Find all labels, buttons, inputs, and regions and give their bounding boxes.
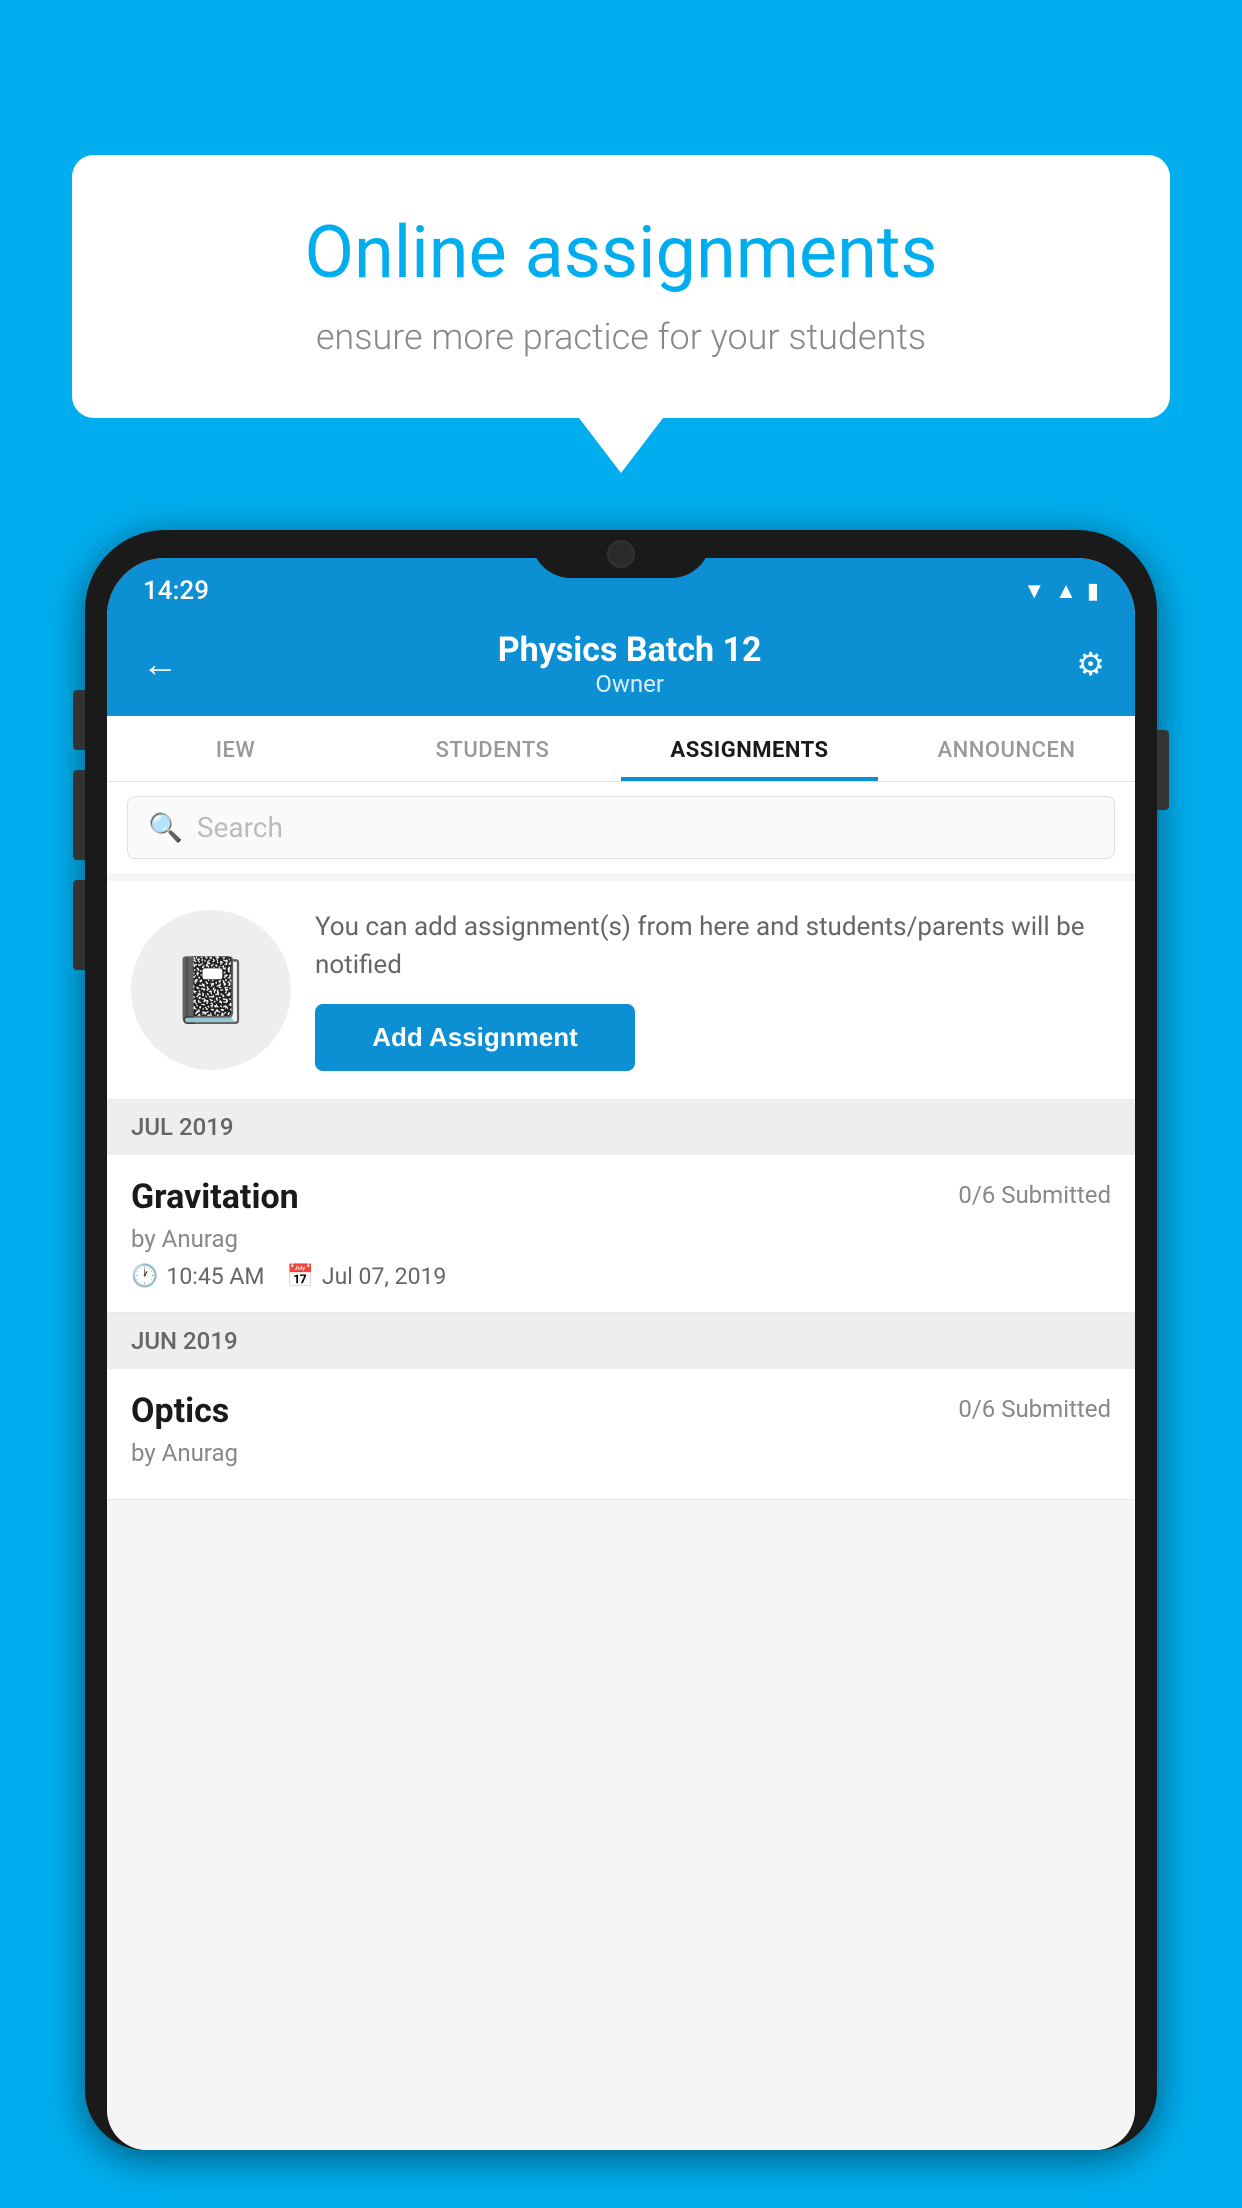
speech-bubble: Online assignments ensure more practice …: [72, 155, 1170, 418]
promo-description: You can add assignment(s) from here and …: [315, 909, 1111, 984]
section-header-jul: JUL 2019: [107, 1099, 1135, 1155]
status-icons: ▼ ▲ ▮: [1023, 578, 1099, 604]
promo-text-wrap: You can add assignment(s) from here and …: [315, 909, 1111, 1071]
notebook-icon: 📓: [171, 953, 251, 1028]
back-button[interactable]: ←: [137, 638, 183, 690]
assignment-item-gravitation[interactable]: Gravitation 0/6 Submitted by Anurag 🕐 10…: [107, 1155, 1135, 1313]
content-area: 🔍 Search 📓 You can add assignment(s) fro…: [107, 782, 1135, 2150]
assignment-author-optics: by Anurag: [131, 1439, 1111, 1467]
phone-side-button-left1: [73, 690, 85, 750]
promo-section: 📓 You can add assignment(s) from here an…: [107, 881, 1135, 1099]
phone-side-button-right: [1157, 730, 1169, 810]
phone-side-button-left2: [73, 770, 85, 860]
clock-icon: 🕐: [131, 1264, 158, 1289]
assignment-submitted-optics: 0/6 Submitted: [958, 1395, 1111, 1423]
assignment-time-gravitation: 🕐 10:45 AM: [131, 1263, 264, 1290]
add-assignment-button[interactable]: Add Assignment: [315, 1004, 635, 1071]
battery-icon: ▮: [1087, 579, 1099, 604]
assignment-submitted-gravitation: 0/6 Submitted: [958, 1181, 1111, 1209]
phone-camera: [607, 540, 635, 568]
calendar-icon: 📅: [286, 1264, 313, 1289]
assignment-meta-gravitation: 🕐 10:45 AM 📅 Jul 07, 2019: [131, 1263, 1111, 1290]
assignment-top-row-optics: Optics 0/6 Submitted: [131, 1391, 1111, 1431]
date-value-gravitation: Jul 07, 2019: [322, 1263, 446, 1290]
wifi-icon: ▼: [1023, 578, 1045, 604]
search-container: 🔍 Search: [107, 782, 1135, 873]
tab-announcements[interactable]: ANNOUNCEN: [878, 716, 1135, 781]
assignment-date-gravitation: 📅 Jul 07, 2019: [286, 1263, 446, 1290]
promo-icon-circle: 📓: [131, 910, 291, 1070]
section-header-jun: JUN 2019: [107, 1313, 1135, 1369]
assignment-top-row: Gravitation 0/6 Submitted: [131, 1177, 1111, 1217]
phone-outer: 14:29 ▼ ▲ ▮ ← Physics Batch 12 Owner ⚙ I…: [85, 530, 1157, 2150]
search-icon: 🔍: [148, 811, 183, 844]
speech-bubble-title: Online assignments: [137, 210, 1105, 296]
tab-students[interactable]: STUDENTS: [364, 716, 621, 781]
search-placeholder: Search: [197, 811, 283, 844]
search-bar[interactable]: 🔍 Search: [127, 796, 1115, 859]
tab-assignments[interactable]: ASSIGNMENTS: [621, 716, 878, 781]
status-time: 14:29: [143, 576, 209, 606]
phone-screen: 14:29 ▼ ▲ ▮ ← Physics Batch 12 Owner ⚙ I…: [107, 558, 1135, 2150]
tab-iew[interactable]: IEW: [107, 716, 364, 781]
phone-notch: [531, 530, 711, 578]
time-value-gravitation: 10:45 AM: [166, 1263, 264, 1290]
phone-wrapper: 14:29 ▼ ▲ ▮ ← Physics Batch 12 Owner ⚙ I…: [85, 530, 1157, 2208]
app-header: ← Physics Batch 12 Owner ⚙: [107, 616, 1135, 716]
assignment-name-gravitation: Gravitation: [131, 1177, 299, 1217]
signal-icon: ▲: [1055, 578, 1077, 604]
speech-bubble-subtitle: ensure more practice for your students: [137, 316, 1105, 358]
header-title: Physics Batch 12: [498, 630, 762, 670]
header-center: Physics Batch 12 Owner: [498, 630, 762, 698]
assignment-name-optics: Optics: [131, 1391, 229, 1431]
speech-bubble-wrapper: Online assignments ensure more practice …: [72, 155, 1170, 473]
assignment-item-optics[interactable]: Optics 0/6 Submitted by Anurag: [107, 1369, 1135, 1500]
header-subtitle: Owner: [498, 670, 762, 698]
settings-button[interactable]: ⚙: [1076, 645, 1105, 683]
assignment-author-gravitation: by Anurag: [131, 1225, 1111, 1253]
tabs-bar: IEW STUDENTS ASSIGNMENTS ANNOUNCEN: [107, 716, 1135, 782]
phone-side-button-left3: [73, 880, 85, 970]
speech-bubble-tail: [579, 418, 663, 473]
